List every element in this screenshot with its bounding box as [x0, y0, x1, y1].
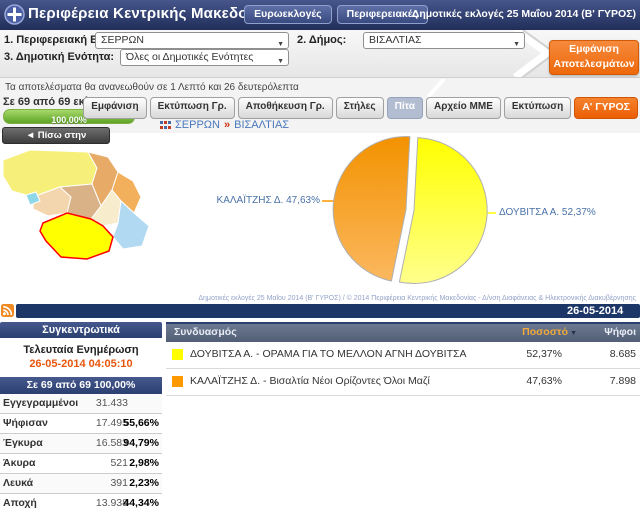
pie-label-kalaitzis: ΚΑΛΑΪΤΖΗΣ Δ. 47,63%	[210, 195, 320, 206]
summary-row-invalid: Άκυρα 521 2,98%	[0, 454, 162, 474]
pie-label-douvitsa: ΔΟΥΒΙΤΣΑ Α. 52,37%	[499, 207, 596, 218]
candidate-votes: 8.685	[610, 342, 636, 367]
municipal-unit-value: Όλες οι Δημοτικές Ενότητες	[126, 51, 253, 63]
summary-panel: Συγκεντρωτικά Τελευταία Ενημέρωση 26-05-…	[0, 322, 162, 508]
header-bar: Περιφέρεια Κεντρικής Μακεδονίας Ευρωεκλο…	[0, 0, 640, 31]
news-ticker: 26-05-2014	[16, 304, 640, 318]
toolbar-print-chart-button[interactable]: Εκτύπωση Γρ.	[150, 97, 235, 119]
municipality-map	[0, 146, 160, 264]
results-table-header: Συνδυασμός Ποσοστό ▼ Ψήφοι	[166, 322, 640, 342]
euro-elections-button[interactable]: Ευρωεκλογές	[244, 5, 331, 24]
summary-title: Συγκεντρωτικά	[0, 322, 162, 338]
ticker-date-text: 26-05-2014	[567, 304, 623, 318]
column-header-percent[interactable]: Ποσοστό	[522, 324, 568, 341]
toolbar-pie-button[interactable]: Πίτα	[387, 97, 423, 119]
stat-percent: 44,34%	[123, 494, 159, 508]
breadcrumb: ΣΕΡΡΩΝ » ΒΙΣΑΛΤΙΑΣ	[160, 119, 289, 131]
back-to-region-button[interactable]: ◄ Πίσω στην Περιφέρεια	[2, 127, 110, 144]
stat-percent: 2,23%	[129, 474, 159, 492]
last-update-label: Τελευταία Ενημέρωση	[0, 344, 162, 356]
regional-unit-value: ΣΕΡΡΩΝ	[101, 34, 144, 46]
election-title: Δημοτικές εκλογές 25 Μαΐου 2014 (Β' ΓΥΡΟ…	[412, 8, 636, 20]
chart-toolbar: Εμφάνιση Εκτύπωση Γρ. Αποθήκευση Γρ. Στή…	[83, 97, 638, 119]
stat-percent: 94,79%	[123, 434, 159, 452]
refresh-notice: Τα αποτελέσματα θα ανανεωθούν σε 1 Λεπτό…	[5, 82, 299, 93]
back-arrow-icon: ◄	[26, 130, 35, 141]
candidate-votes: 7.898	[610, 369, 636, 394]
candidate-name: ΔΟΥΒΙΤΣΑ Α. - ΟΡΑΜΑ ΓΙΑ ΤΟ ΜΕΛΛΟΝ ΑΓΝΗ Δ…	[190, 342, 467, 367]
page-title: Περιφέρεια Κεντρικής Μακεδονίας	[28, 5, 278, 22]
municipality-value: ΒΙΣΑΛΤΙΑΣ	[369, 34, 421, 46]
regional-unit-select[interactable]: ΣΕΡΡΩΝ ▼	[95, 32, 289, 49]
candidate-name: ΚΑΛΑΪΤΖΗΣ Δ. - Βισαλτία Νέοι Ορίζοντες Ό…	[190, 369, 430, 394]
pie-slice-ΔΟΥΒΙΤΣΑ Α.[interactable]	[399, 138, 487, 284]
stat-label: Λευκά	[3, 474, 33, 492]
show-results-button[interactable]: Εμφάνιση Αποτελεσμάτων	[549, 40, 639, 75]
breadcrumb-parent-link[interactable]: ΣΕΡΡΩΝ	[175, 119, 220, 131]
breadcrumb-icon	[160, 121, 171, 130]
summary-rows: Εγγεγραμμένοι 31.433 Ψήφισαν 17.495 55,6…	[0, 394, 162, 508]
greek-emblem-logo	[4, 4, 25, 25]
municipality-label: 2. Δήμος:	[297, 34, 346, 46]
summary-row-valid: Έγκυρα 16.583 94,79%	[0, 434, 162, 454]
toolbar-save-chart-button[interactable]: Αποθήκευση Γρ.	[238, 97, 333, 119]
last-update-value: 26-05-2014 04:05:10	[0, 358, 162, 370]
stat-label: Έγκυρα	[3, 434, 43, 452]
stat-percent: 55,66%	[123, 414, 159, 432]
progress-percent: 100,00%	[51, 115, 87, 125]
table-row-kalaitzis[interactable]: ΚΑΛΑΪΤΖΗΣ Δ. - Βισαλτία Νέοι Ορίζοντες Ό…	[166, 369, 640, 396]
table-row-douvitsa[interactable]: ΔΟΥΒΙΤΣΑ Α. - ΟΡΑΜΑ ΓΙΑ ΤΟ ΜΕΛΛΟΝ ΑΓΝΗ Δ…	[166, 342, 640, 369]
summary-row-registered: Εγγεγραμμένοι 31.433	[0, 394, 162, 414]
breadcrumb-separator: »	[224, 119, 230, 131]
dropdown-arrow-icon: ▼	[513, 37, 520, 52]
summary-row-blank: Λευκά 391 2,23%	[0, 474, 162, 494]
summary-stations-bar: Σε 69 από 69 100,00%	[0, 377, 162, 394]
stat-value: 31.433	[96, 394, 128, 412]
column-header-votes[interactable]: Ψήφοι	[604, 324, 636, 341]
toolbar-media-file-button[interactable]: Αρχείο ΜΜΕ	[426, 97, 501, 119]
results-table: Συνδυασμός Ποσοστό ▼ Ψήφοι ΔΟΥΒΙΤΣΑ Α. -…	[166, 322, 640, 396]
round-a-button[interactable]: Α' ΓΥΡΟΣ	[574, 97, 638, 119]
toolbar-columns-button[interactable]: Στήλες	[336, 97, 384, 119]
sort-descending-icon: ▼	[570, 325, 577, 342]
stat-label: Ψήφισαν	[3, 414, 48, 432]
stat-value: 521	[110, 454, 128, 472]
column-header-party[interactable]: Συνδυασμός	[174, 324, 237, 341]
municipal-unit-select[interactable]: Όλες οι Δημοτικές Ενότητες ▼	[120, 49, 289, 66]
election-results-page: Περιφέρεια Κεντρικής Μακεδονίας Ευρωεκλο…	[0, 0, 640, 508]
stat-percent: 2,98%	[129, 454, 159, 472]
toolbar-print-button[interactable]: Εκτύπωση	[504, 97, 571, 119]
candidate-color-swatch	[172, 376, 183, 387]
municipality-select[interactable]: ΒΙΣΑΛΤΙΑΣ ▼	[363, 32, 525, 49]
show-results-line2: Αποτελεσμάτων	[550, 57, 638, 72]
candidate-percent: 47,63%	[526, 369, 562, 394]
stat-label: Εγγεγραμμένοι	[3, 394, 78, 412]
municipal-unit-label: 3. Δημοτική Ενότητα:	[4, 51, 114, 63]
show-results-line1: Εμφάνιση	[550, 42, 638, 57]
chart-footer-credits: Δημοτικές εκλογές 25 Μαΐου 2014 (Β' ΓΥΡΟ…	[198, 295, 636, 302]
filter-panel: 1. Περιφερειακή Ενότ.: ΣΕΡΡΩΝ ▼ 2. Δήμος…	[0, 30, 640, 78]
divider-slash	[424, 79, 448, 97]
candidate-percent: 52,37%	[526, 342, 562, 367]
toolbar-show-button[interactable]: Εμφάνιση	[83, 97, 146, 119]
summary-row-abstention: Αποχή 13.938 44,34%	[0, 494, 162, 508]
dropdown-arrow-icon: ▼	[277, 54, 284, 69]
stat-label: Αποχή	[3, 494, 37, 508]
rss-icon[interactable]	[1, 304, 14, 317]
summary-row-voted: Ψήφισαν 17.495 55,66%	[0, 414, 162, 434]
pie-slice-ΚΑΛΑΪΤΖΗΣ Δ.[interactable]	[333, 137, 410, 281]
header-nav: Ευρωεκλογές Περιφερειακές	[244, 5, 428, 24]
stat-label: Άκυρα	[3, 454, 36, 472]
candidate-color-swatch	[172, 349, 183, 360]
stat-value: 391	[110, 474, 128, 492]
breadcrumb-current-link[interactable]: ΒΙΣΑΛΤΙΑΣ	[234, 119, 289, 131]
